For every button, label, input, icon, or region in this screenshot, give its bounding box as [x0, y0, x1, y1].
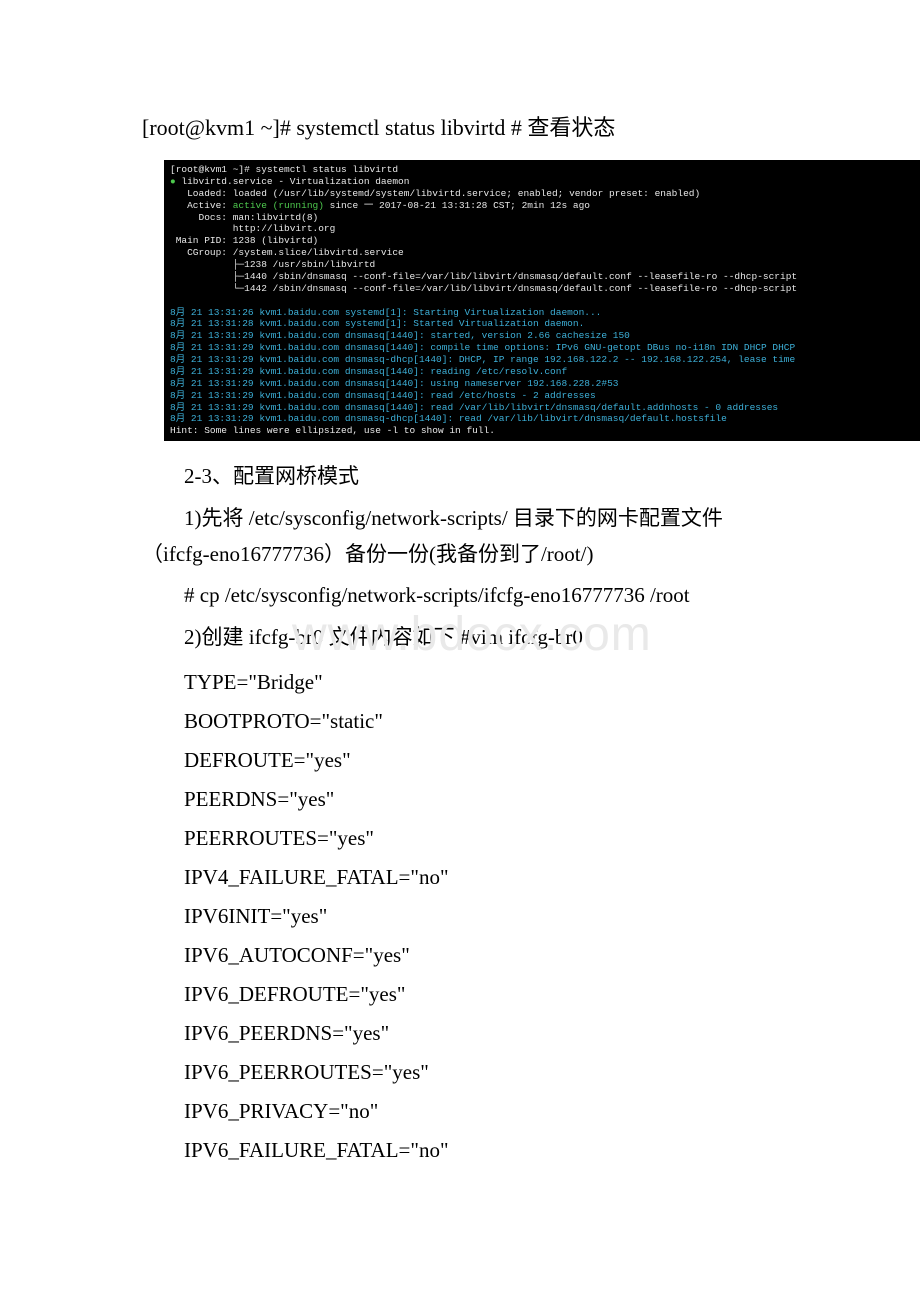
term-line: └─1442 /sbin/dnsmasq --conf-file=/var/li…	[170, 283, 797, 294]
config-line: IPV6_FAILURE_FATAL="no"	[184, 1138, 780, 1163]
term-line: libvirtd.service - Virtualization daemon	[176, 176, 410, 187]
term-line: Main PID: 1238 (libvirtd)	[170, 235, 318, 246]
term-active-status: active (running)	[233, 200, 324, 211]
term-line: ├─1440 /sbin/dnsmasq --conf-file=/var/li…	[170, 271, 797, 282]
term-line: 8月 21 13:31:29 kvm1.baidu.com dnsmasq-dh…	[170, 354, 795, 365]
term-line: 8月 21 13:31:28 kvm1.baidu.com systemd[1]…	[170, 318, 584, 329]
paragraph: 1)先将 /etc/sysconfig/network-scripts/ 目录下…	[142, 501, 780, 572]
term-line: 8月 21 13:31:29 kvm1.baidu.com dnsmasq[14…	[170, 378, 618, 389]
term-line: [root@kvm1 ~]# systemctl status libvirtd	[170, 164, 398, 175]
term-line: 8月 21 13:31:29 kvm1.baidu.com dnsmasq[14…	[170, 366, 567, 377]
config-line: PEERROUTES="yes"	[184, 826, 780, 851]
term-line: 8月 21 13:31:29 kvm1.baidu.com dnsmasq[14…	[170, 342, 795, 353]
config-line: IPV6_PEERDNS="yes"	[184, 1021, 780, 1046]
term-line: ├─1238 /usr/sbin/libvirtd	[170, 259, 375, 270]
section-heading: 2-3、配置网桥模式	[142, 459, 780, 495]
term-line: 8月 21 13:31:29 kvm1.baidu.com dnsmasq[14…	[170, 390, 596, 401]
config-line: IPV6_PEERROUTES="yes"	[184, 1060, 780, 1085]
term-line: 8月 21 13:31:29 kvm1.baidu.com dnsmasq[14…	[170, 330, 630, 341]
term-line: 8月 21 13:31:29 kvm1.baidu.com dnsmasq[14…	[170, 402, 778, 413]
config-line: IPV6_AUTOCONF="yes"	[184, 943, 780, 968]
config-line: IPV6_DEFROUTE="yes"	[184, 982, 780, 1007]
command-line: # cp /etc/sysconfig/network-scripts/ifcf…	[142, 578, 780, 614]
config-line: BOOTPROTO="static"	[184, 709, 780, 734]
term-line: 8月 21 13:31:26 kvm1.baidu.com systemd[1]…	[170, 307, 601, 318]
command-header: [root@kvm1 ~]# systemctl status libvirtd…	[142, 110, 780, 142]
config-line: PEERDNS="yes"	[184, 787, 780, 812]
term-line: Active:	[170, 200, 233, 211]
terminal-output: [root@kvm1 ~]# systemctl status libvirtd…	[164, 160, 920, 441]
term-line: Hint: Some lines were ellipsized, use -l…	[170, 425, 495, 436]
term-line: Docs: man:libvirtd(8)	[170, 212, 318, 223]
config-line: TYPE="Bridge"	[184, 670, 780, 695]
term-line: Loaded: loaded (/usr/lib/systemd/system/…	[170, 188, 700, 199]
term-line: CGroup: /system.slice/libvirtd.service	[170, 247, 404, 258]
paragraph: 2)创建 ifcfg-br0 文件内容如下 #vim ifcfg-br0	[142, 620, 780, 656]
term-line: 8月 21 13:31:29 kvm1.baidu.com dnsmasq-dh…	[170, 413, 727, 424]
term-line: http://libvirt.org	[170, 223, 335, 234]
config-line: IPV4_FAILURE_FATAL="no"	[184, 865, 780, 890]
term-line: since 一 2017-08-21 13:31:28 CST; 2min 12…	[324, 200, 590, 211]
config-line: IPV6_PRIVACY="no"	[184, 1099, 780, 1124]
config-line: DEFROUTE="yes"	[184, 748, 780, 773]
config-line: IPV6INIT="yes"	[184, 904, 780, 929]
